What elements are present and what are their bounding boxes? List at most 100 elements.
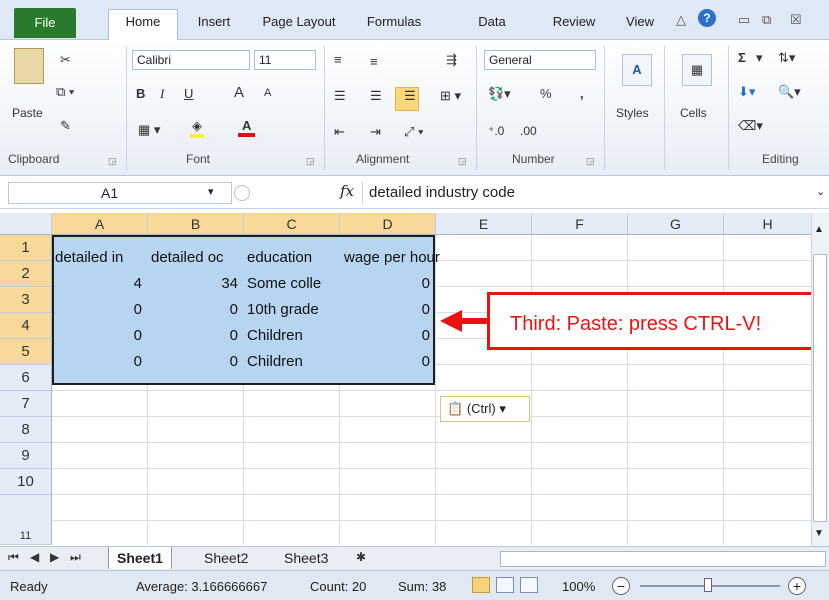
column-header-g[interactable]: G [628,213,724,235]
row-header-4[interactable]: 4 [0,313,52,339]
increase-decimal-icon[interactable]: ⁺.0 [488,124,504,138]
cells-button[interactable]: Cells [680,106,707,120]
name-box-dropdown-icon[interactable]: ▾ [208,185,214,198]
align-middle-icon[interactable]: ≡ [370,54,378,69]
expand-formula-bar-icon[interactable]: ⌄ [816,185,825,198]
scroll-up-icon[interactable]: ▲ [814,224,824,235]
minimize-window-icon[interactable]: ▭ [738,12,750,28]
number-launcher-icon[interactable]: ◲ [586,156,595,167]
page-layout-view-icon[interactable] [496,577,514,593]
clipboard-launcher-icon[interactable]: ◲ [108,156,117,167]
help-icon[interactable]: ? [698,9,716,27]
cell-c1[interactable]: education [247,245,341,271]
autosum-dropdown-icon[interactable]: ▾ [756,50,763,66]
scroll-down-icon[interactable]: ▼ [814,528,824,539]
page-break-view-icon[interactable] [520,577,538,593]
align-center-icon[interactable]: ☰ [370,88,382,104]
font-color-button[interactable]: A [238,118,256,137]
cells-icon[interactable]: ▦ [682,54,712,86]
tab-review[interactable]: Review [546,10,602,34]
row-header-10[interactable]: 10 [0,469,52,495]
cut-icon[interactable]: ✂ [60,52,71,68]
comma-button[interactable]: , [580,86,584,101]
column-header-a[interactable]: A [52,213,148,235]
new-sheet-icon[interactable]: ✱ [356,550,366,564]
bold-button[interactable]: B [136,86,145,101]
zoom-slider-thumb[interactable] [704,578,712,592]
row-header-2[interactable]: 2 [0,261,52,287]
sheet-tab-sheet2[interactable]: Sheet2 [196,547,256,569]
column-header-f[interactable]: F [532,213,628,235]
tab-view[interactable]: View [620,10,660,34]
tab-file[interactable]: File [14,8,76,38]
paste-options-button[interactable]: 📋 (Ctrl) ▾ [440,396,530,422]
wrap-text-icon[interactable]: ⇶ [446,52,457,68]
decrease-decimal-icon[interactable]: .00 [520,124,537,138]
cell-c3[interactable]: 10th grade [247,297,340,323]
select-all-corner[interactable] [0,213,52,235]
styles-icon[interactable]: A [622,54,652,86]
font-size-field[interactable]: 11 [254,50,316,70]
find-select-icon[interactable]: 🔍▾ [778,84,801,100]
column-header-b[interactable]: B [148,213,244,235]
formula-input[interactable]: detailed industry code [362,182,814,204]
clear-icon[interactable]: ⌫▾ [738,118,763,134]
cell-d1[interactable]: wage per hour [344,245,484,271]
percent-button[interactable]: % [540,86,552,101]
zoom-out-icon[interactable]: − [612,577,630,595]
fill-icon[interactable]: ⬇▾ [738,84,755,100]
underline-button[interactable]: U [184,86,193,101]
row-header-5[interactable]: 5 [0,339,52,365]
cell-b1[interactable]: detailed oc [151,245,243,271]
sheet-tab-sheet1[interactable]: Sheet1 [108,547,172,569]
sort-filter-icon[interactable]: ⇅▾ [778,50,795,66]
cell-a5[interactable]: 0 [52,349,148,375]
row-header-8[interactable]: 8 [0,417,52,443]
tab-home[interactable]: Home [108,9,178,41]
close-window-icon[interactable]: ☒ [790,12,802,28]
cell-c5[interactable]: Children [247,349,340,375]
accounting-icon[interactable]: 💱▾ [488,86,511,102]
last-sheet-icon[interactable]: ⏭ [70,550,81,565]
prev-sheet-icon[interactable]: ◀ [30,550,39,564]
column-header-c[interactable]: C [244,213,340,235]
cell-d3[interactable]: 0 [340,297,436,323]
cell-c4[interactable]: Children [247,323,340,349]
alignment-launcher-icon[interactable]: ◲ [458,156,467,167]
fill-color-icon[interactable]: ◈ [190,118,204,138]
cell-d2[interactable]: 0 [340,271,436,297]
cell-a4[interactable]: 0 [52,323,148,349]
zoom-in-icon[interactable]: + [788,577,806,595]
increase-indent-icon[interactable]: ⇥ [370,124,381,140]
row-header-1[interactable]: 1 [0,235,52,261]
cell-d5[interactable]: 0 [340,349,436,375]
paste-button[interactable]: Paste [12,106,43,120]
column-header-d[interactable]: D [340,213,436,235]
cell-c2[interactable]: Some colle [247,271,340,297]
row-header-9[interactable]: 9 [0,443,52,469]
align-left-icon[interactable]: ☰ [334,88,346,104]
tab-formulas[interactable]: Formulas [356,10,432,34]
cell-a3[interactable]: 0 [52,297,148,323]
cell-b2[interactable]: 34 [148,271,244,297]
tab-insert[interactable]: Insert [190,10,238,34]
align-right-icon[interactable]: ☰ [404,88,416,104]
first-sheet-icon[interactable]: ⏮ [8,550,19,565]
name-box[interactable]: A1 [8,182,232,204]
row-header-7[interactable]: 7 [0,391,52,417]
normal-view-icon[interactable] [472,577,490,593]
column-header-h[interactable]: H [724,213,812,235]
sheet-tab-sheet3[interactable]: Sheet3 [276,547,336,569]
tab-data[interactable]: Data [470,10,514,34]
row-header-6[interactable]: 6 [0,365,52,391]
styles-button[interactable]: Styles [616,106,649,120]
cell-b5[interactable]: 0 [148,349,244,375]
paste-icon[interactable] [14,48,44,84]
orientation-icon[interactable]: ⤢ ▾ [404,124,423,140]
minimize-ribbon-icon[interactable]: △ [676,12,686,28]
column-header-e[interactable]: E [436,213,532,235]
cell-a1[interactable]: detailed in [55,245,150,271]
merge-center-icon[interactable]: ⊞ ▾ [440,88,461,104]
cell-a2[interactable]: 4 [52,271,148,297]
insert-function-button[interactable]: fx [340,182,354,200]
